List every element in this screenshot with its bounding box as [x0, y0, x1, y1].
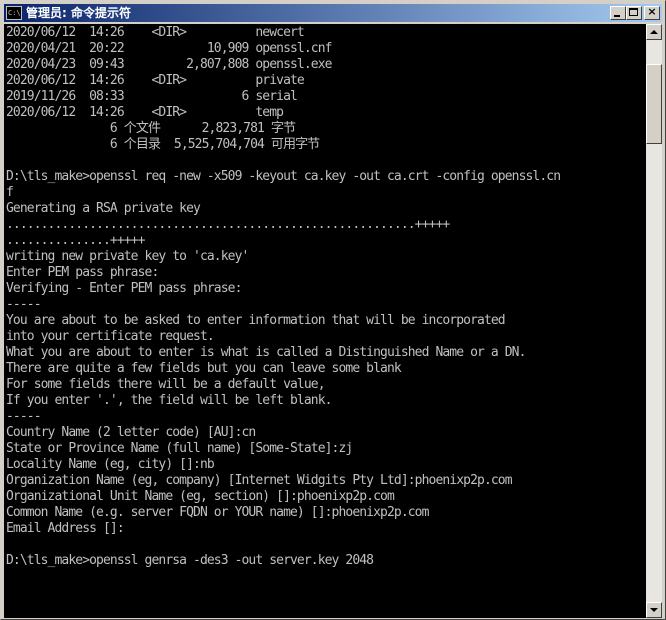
console-line: What you are about to enter is what is c… — [6, 345, 526, 360]
title-bar[interactable]: C:\ 管理员: 命令提示符 × — [4, 4, 662, 22]
console-line: 2020/06/12 14:26 <DIR> newcert — [6, 25, 305, 40]
console-icon[interactable]: C:\ — [6, 6, 22, 20]
scrollbar-thumb[interactable] — [646, 64, 662, 144]
scroll-down-button[interactable] — [646, 602, 662, 618]
title-buttons: × — [610, 5, 660, 20]
console-line: ........................................… — [6, 217, 450, 232]
console-line: You are about to be asked to enter infor… — [6, 313, 506, 328]
minimize-icon — [614, 15, 620, 17]
console-line: 2019/11/26 08:33 6 serial — [6, 89, 298, 104]
console-line: 2020/04/23 09:43 2,807,808 openssl.exe — [6, 57, 332, 72]
scroll-down-arrow-icon — [650, 608, 658, 612]
close-icon: × — [647, 5, 657, 18]
console-line: Email Address []: — [6, 521, 125, 536]
cmd-window: C:\ 管理员: 命令提示符 × 2020/06/12 14:26 <DIR> … — [0, 0, 666, 620]
console-line: D:\tls_make>openssl genrsa -des3 -out se… — [6, 553, 374, 568]
console-line: 6 个目录 5,525,704,704 可用字节 — [6, 137, 320, 152]
console-line: 6 个文件 2,823,781 字节 — [6, 121, 296, 136]
console-line: writing new private key to 'ca.key' — [6, 249, 249, 264]
maximize-icon — [629, 8, 638, 16]
console-line: Generating a RSA private key — [6, 201, 201, 216]
close-button[interactable]: × — [644, 5, 660, 20]
minimize-button[interactable] — [610, 6, 626, 20]
console-line: Country Name (2 letter code) [AU]:cn — [6, 425, 256, 440]
scroll-up-button[interactable] — [646, 24, 662, 40]
console-line: Common Name (e.g. server FQDN or YOUR na… — [6, 505, 429, 520]
console-line: 2020/06/12 14:26 <DIR> temp — [6, 105, 284, 120]
maximize-button[interactable] — [626, 6, 642, 20]
console-line: f — [6, 185, 14, 200]
console-line: Organizational Unit Name (eg, section) [… — [6, 489, 395, 504]
console-line: ----- — [6, 409, 42, 424]
console-line: For some fields there will be a default … — [6, 377, 326, 392]
console-line: ...............+++++ — [6, 233, 145, 248]
window-title: 管理员: 命令提示符 — [26, 6, 131, 20]
console-line: Enter PEM pass phrase: — [6, 265, 159, 280]
console-line: Organization Name (eg, company) [Interne… — [6, 473, 513, 488]
console-line: ----- — [6, 297, 42, 312]
console-line: Locality Name (eg, city) []:nb — [6, 457, 215, 472]
scroll-up-arrow-icon — [650, 30, 658, 34]
console-line: If you enter '.', the field will be left… — [6, 393, 332, 408]
console-line: 2020/06/12 14:26 <DIR> private — [6, 73, 305, 88]
console-line: State or Province Name (full name) [Some… — [6, 441, 353, 456]
console-output[interactable]: 2020/06/12 14:26 <DIR> newcert 2020/04/21… — [4, 24, 646, 618]
console-line: into your certificate request. — [6, 329, 215, 344]
console-line: 2020/04/21 20:22 10,909 openssl.cnf — [6, 41, 332, 56]
console-line: There are quite a few fields but you can… — [6, 361, 402, 376]
console-line: Verifying - Enter PEM pass phrase: — [6, 281, 242, 296]
vertical-scrollbar[interactable] — [646, 24, 662, 618]
console-line: D:\tls_make>openssl req -new -x509 -keyo… — [6, 169, 561, 184]
